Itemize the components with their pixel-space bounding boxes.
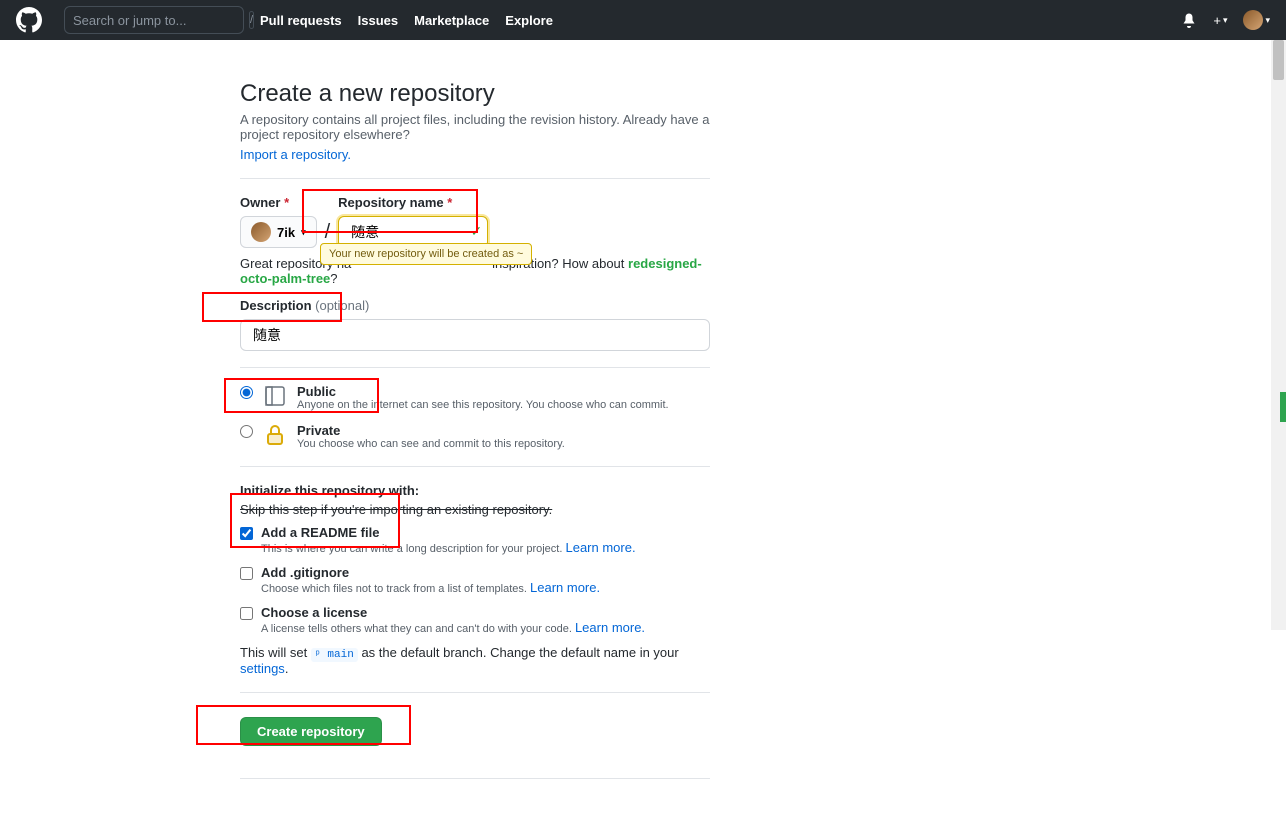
owner-select[interactable]: 7ik ▾ (240, 216, 317, 248)
nav-issues[interactable]: Issues (358, 13, 398, 28)
public-radio[interactable] (240, 386, 253, 399)
header-right: + ▾ ▾ (1181, 10, 1270, 30)
import-repo-link[interactable]: Import a repository. (240, 147, 351, 162)
private-radio[interactable] (240, 425, 253, 438)
visibility-public-row[interactable]: Public Anyone on the internet can see th… (240, 384, 710, 411)
user-avatar (1243, 10, 1263, 30)
settings-link[interactable]: settings (240, 661, 285, 676)
gitignore-checkbox[interactable] (240, 567, 253, 580)
nav-links: Pull requests Issues Marketplace Explore (260, 13, 553, 28)
nav-pull-requests[interactable]: Pull requests (260, 13, 342, 28)
nav-explore[interactable]: Explore (505, 13, 553, 28)
search-input[interactable] (73, 13, 249, 28)
gitignore-learn-more[interactable]: Learn more. (530, 580, 600, 595)
repo-name-label: Repository name * (338, 195, 488, 210)
license-learn-more[interactable]: Learn more. (575, 620, 645, 635)
plus-icon: + (1213, 13, 1221, 28)
public-title: Public (297, 384, 710, 399)
scrollbar-thumb[interactable] (1273, 40, 1284, 80)
owner-avatar (251, 222, 271, 242)
description-label: Description (optional) (240, 298, 710, 313)
bell-icon[interactable] (1181, 12, 1197, 28)
branch-tag: ᵖ main (311, 648, 358, 662)
public-desc: Anyone on the internet can see this repo… (297, 399, 710, 411)
divider (240, 778, 710, 779)
readme-checkbox[interactable] (240, 527, 253, 540)
repo-icon (263, 384, 287, 411)
nav-marketplace[interactable]: Marketplace (414, 13, 489, 28)
scrollbar-marker (1280, 392, 1286, 422)
divider (240, 692, 710, 693)
branch-note: This will set ᵖ main as the default bran… (240, 645, 710, 676)
page-subtitle: A repository contains all project files,… (240, 112, 710, 142)
license-desc: A license tells others what they can and… (261, 620, 710, 635)
owner-repo-row: Owner * 7ik ▾ / Repository name * ✓ (240, 195, 710, 248)
main-content: Create a new repository A repository con… (208, 40, 1078, 834)
readme-desc: This is where you can write a long descr… (261, 540, 710, 555)
divider (240, 466, 710, 467)
private-desc: You choose who can see and commit to thi… (297, 438, 710, 450)
search-box[interactable]: / (64, 6, 244, 34)
visibility-private-row[interactable]: Private You choose who can see and commi… (240, 423, 710, 450)
caret-down-icon: ▾ (1265, 15, 1270, 26)
readme-title: Add a README file (261, 525, 710, 540)
owner-label: Owner * (240, 195, 317, 210)
slash: / (325, 221, 331, 244)
repo-name-tooltip: Your new repository will be created as ~ (320, 243, 532, 265)
check-icon: ✓ (470, 223, 482, 240)
divider (240, 367, 710, 368)
gitignore-title: Add .gitignore (261, 565, 710, 580)
create-repo-button[interactable]: Create repository (240, 717, 382, 746)
gitignore-desc: Choose which files not to track from a l… (261, 580, 710, 595)
scrollbar[interactable] (1271, 40, 1286, 630)
top-header: / Pull requests Issues Marketplace Explo… (0, 0, 1286, 40)
lock-icon (263, 423, 287, 450)
init-skip: Skip this step if you're importing an ex… (240, 502, 710, 517)
page-title: Create a new repository (240, 80, 710, 108)
gitignore-row[interactable]: Add .gitignore Choose which files not to… (240, 565, 710, 595)
create-menu[interactable]: + ▾ (1213, 13, 1227, 28)
readme-learn-more[interactable]: Learn more. (565, 540, 635, 555)
license-row[interactable]: Choose a license A license tells others … (240, 605, 710, 635)
private-title: Private (297, 423, 710, 438)
license-checkbox[interactable] (240, 607, 253, 620)
user-menu[interactable]: ▾ (1243, 10, 1270, 30)
init-title: Initialize this repository with: (240, 483, 710, 498)
license-title: Choose a license (261, 605, 710, 620)
description-input[interactable] (240, 319, 710, 351)
caret-down-icon: ▾ (301, 227, 306, 238)
divider (240, 178, 710, 179)
search-slash-key: / (249, 11, 254, 29)
github-logo-icon[interactable] (16, 4, 48, 36)
readme-row[interactable]: Add a README file This is where you can … (240, 525, 710, 555)
caret-down-icon: ▾ (1223, 15, 1228, 26)
